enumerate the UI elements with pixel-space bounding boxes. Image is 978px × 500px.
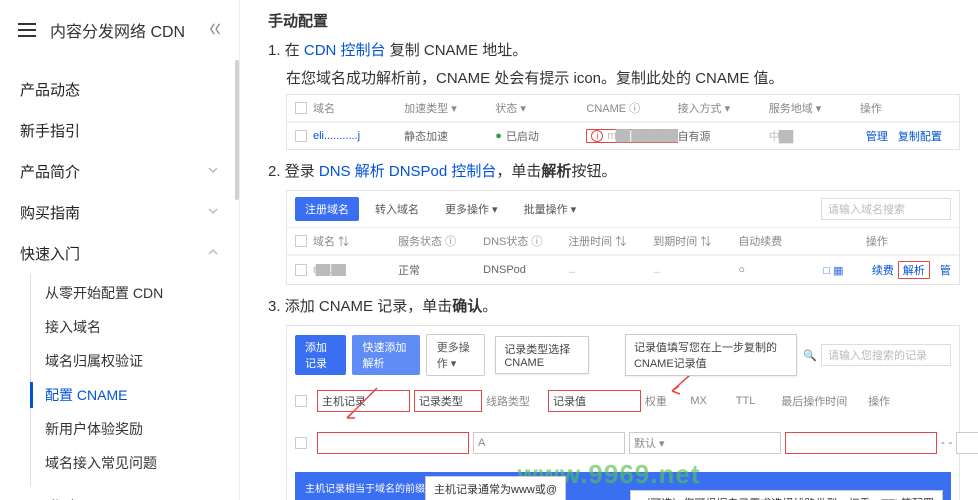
tab-register-domain[interactable]: 注册域名 bbox=[295, 197, 359, 221]
cname-highlight: im██ ████████ n bbox=[586, 129, 677, 143]
quick-add-button[interactable]: 快速添加解析 bbox=[352, 335, 419, 375]
cdn-console-link[interactable]: CDN 控制台 bbox=[304, 42, 386, 59]
sidebar: 内容分发网络 CDN 产品动态 新手指引 产品简介 购买指南 快速入门 从零开始… bbox=[0, 0, 240, 500]
manage-link[interactable]: 管理 bbox=[940, 262, 951, 278]
chevron-down-icon bbox=[207, 204, 219, 221]
scrollbar[interactable] bbox=[235, 60, 239, 200]
screenshot-2: 注册域名 转入域名 更多操作 ▾ 批量操作 ▾ 请输入域名搜索 域名 ⇅ 服务状… bbox=[286, 190, 960, 285]
record-search-input[interactable]: 请输入您搜索的记录 bbox=[821, 344, 951, 366]
checkbox-all[interactable] bbox=[295, 395, 307, 407]
collapse-sidebar-icon[interactable] bbox=[209, 22, 223, 39]
more-ops-button[interactable]: 更多操作 ▾ bbox=[426, 334, 486, 376]
chevron-down-icon bbox=[207, 163, 219, 180]
quick-start-sublist: 从零开始配置 CDN 接入域名 域名归属权验证 配置 CNAME 新用户体验奖励… bbox=[30, 274, 239, 486]
chevron-up-icon bbox=[207, 245, 219, 262]
steps-list: 在 CDN 控制台 复制 CNAME 地址。 在您域名成功解析前，CNAME 处… bbox=[268, 39, 960, 500]
nav-item-getting-started[interactable]: 新手指引 bbox=[0, 110, 239, 151]
checkbox[interactable] bbox=[295, 437, 307, 449]
resolve-link[interactable]: 解析 bbox=[903, 262, 925, 278]
nav-item-product-intro[interactable]: 产品简介 bbox=[0, 151, 239, 192]
checkbox[interactable] bbox=[295, 264, 307, 276]
sidebar-nav: 产品动态 新手指引 产品简介 购买指南 快速入门 从零开始配置 CDN 接入域名… bbox=[0, 61, 239, 500]
callout-record-value: 记录值填写您在上一步复制的CNAME记录值 bbox=[625, 334, 797, 376]
step-2: 登录 DNS 解析 DNSPod 控制台，单击解析按钮。 注册域名 转入域名 更… bbox=[268, 160, 960, 285]
callout-host-record: 主机记录通常为www或@ bbox=[425, 476, 566, 500]
hamburger-icon[interactable] bbox=[18, 23, 36, 37]
status-dot-icon: ● bbox=[495, 130, 502, 142]
callout-optional: （可选）您可根据自己需求选择线路类型，权重，TTL等配置 bbox=[630, 490, 943, 500]
sub-item-new-user-reward[interactable]: 新用户体验奖励 bbox=[31, 412, 239, 446]
tab-transfer-domain[interactable]: 转入域名 bbox=[365, 197, 429, 221]
line-type-input[interactable] bbox=[629, 432, 781, 454]
record-value-input[interactable] bbox=[785, 432, 937, 454]
host-record-input[interactable] bbox=[317, 432, 469, 454]
checkbox[interactable] bbox=[295, 130, 307, 142]
app-title: 内容分发网络 CDN bbox=[50, 18, 209, 42]
step-3: 添加 CNAME 记录，单击确认。 添加记录 快速添加解析 更多操作 ▾ 记录类… bbox=[268, 295, 960, 500]
nav-item-product-news[interactable]: 产品动态 bbox=[0, 69, 239, 110]
record-type-input[interactable] bbox=[473, 432, 625, 454]
screenshot-1: 域名 加速类型 ▾ 状态 ▾ CNAME ⓘ 接入方式 ▾ 服务地域 ▾ 操作 … bbox=[286, 94, 960, 150]
checkbox-all[interactable] bbox=[295, 102, 307, 114]
search-input[interactable]: 请输入域名搜索 bbox=[821, 198, 951, 220]
dnspod-console-link[interactable]: DNS 解析 DNSPod 控制台 bbox=[319, 163, 497, 180]
add-record-button[interactable]: 添加记录 bbox=[295, 335, 346, 375]
callout-record-type: 记录类型选择CNAME bbox=[495, 336, 589, 374]
checkbox-all[interactable] bbox=[295, 235, 307, 247]
domain-link[interactable]: eli...........j bbox=[313, 130, 360, 142]
table-row: r██.██ 正常 DNSPod ... ... ○ □ ▦ 续费解析管理更多 … bbox=[287, 255, 959, 284]
sub-item-configure-cname[interactable]: 配置 CNAME bbox=[31, 378, 239, 412]
search-icon: 🔍 bbox=[803, 349, 817, 362]
sub-item-ownership-verify[interactable]: 域名归属权验证 bbox=[31, 344, 239, 378]
renew-link[interactable]: 续费 bbox=[872, 262, 894, 278]
ttl-input[interactable] bbox=[956, 432, 978, 454]
info-icon: i bbox=[591, 130, 603, 142]
step-1: 在 CDN 控制台 复制 CNAME 地址。 在您域名成功解析前，CNAME 处… bbox=[268, 39, 960, 150]
nav-item-config-guide[interactable]: 配置指南 bbox=[0, 486, 239, 500]
screenshot-3: 添加记录 快速添加解析 更多操作 ▾ 记录类型选择CNAME 记录值填写您在上一… bbox=[286, 325, 960, 500]
tab-batch-ops[interactable]: 批量操作 ▾ bbox=[514, 197, 587, 221]
host-record-explain: 主机记录相当于域名的前缀，填写 www.██████ www常见主机名，将域名解… bbox=[295, 472, 951, 500]
sub-item-add-domain[interactable]: 接入域名 bbox=[31, 310, 239, 344]
nav-item-purchase-guide[interactable]: 购买指南 bbox=[0, 192, 239, 233]
sub-item-domain-faq[interactable]: 域名接入常见问题 bbox=[31, 446, 239, 480]
tab-more-ops[interactable]: 更多操作 ▾ bbox=[435, 197, 508, 221]
copy-config-link[interactable]: 复制配置 bbox=[898, 128, 942, 144]
step-1-note: 在您域名成功解析前，CNAME 处会有提示 icon。复制此处的 CNAME 值… bbox=[286, 67, 960, 88]
section-title: 手动配置 bbox=[268, 10, 960, 31]
nav-item-quick-start[interactable]: 快速入门 bbox=[0, 233, 239, 274]
table-row: eli...........j 静态加速 ●已启动 im██ ████████ … bbox=[287, 122, 959, 149]
manage-link[interactable]: 管理 bbox=[866, 128, 888, 144]
sidebar-header: 内容分发网络 CDN bbox=[0, 0, 239, 61]
main-content: 手动配置 在 CDN 控制台 复制 CNAME 地址。 在您域名成功解析前，CN… bbox=[240, 0, 978, 500]
sub-item-config-from-scratch[interactable]: 从零开始配置 CDN bbox=[31, 276, 239, 310]
